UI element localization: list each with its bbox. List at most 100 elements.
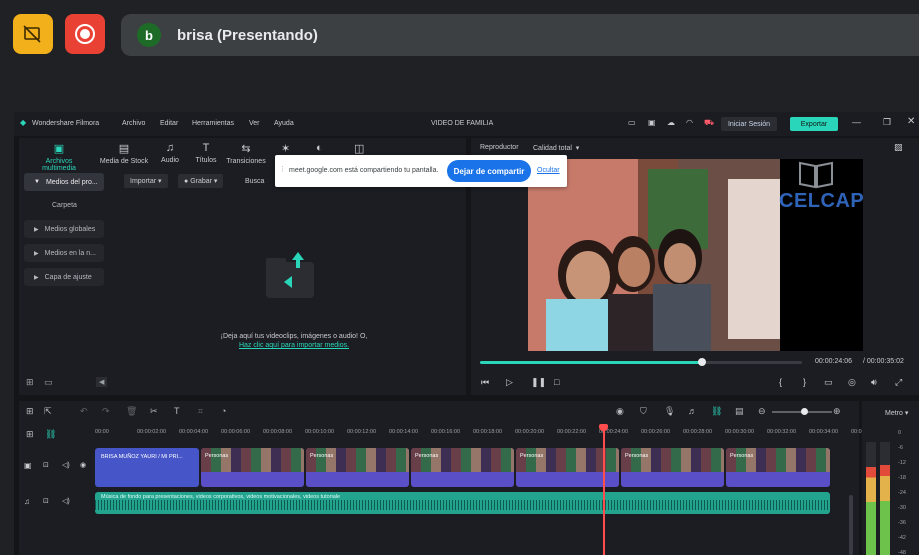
search-input[interactable]: Busca <box>239 174 270 188</box>
crop-icon[interactable]: ⌗ <box>198 406 203 417</box>
pause-icon[interactable]: ❚❚ <box>531 377 546 388</box>
shield-icon[interactable]: ⛉ <box>640 406 647 417</box>
delete-icon[interactable]: 🗑︎ <box>126 406 137 417</box>
export-button[interactable]: Exportar <box>790 117 838 131</box>
audio-clip[interactable]: Música de fondo para presentaciones, vid… <box>95 492 830 514</box>
redo-icon[interactable]: ↷ <box>102 406 110 417</box>
headphones-icon[interactable]: ◠ <box>686 118 693 127</box>
speed-icon[interactable]: ◔ <box>221 406 226 416</box>
save-icon[interactable]: ▣ <box>648 118 656 127</box>
menu-ayuda[interactable]: Ayuda <box>274 120 294 127</box>
camera-off-icon <box>23 25 41 43</box>
timeline-scrollbar[interactable] <box>849 495 853 555</box>
undo-icon[interactable]: ↶ <box>80 406 88 417</box>
video-clip-label: Personas <box>415 453 439 459</box>
mute-icon[interactable]: ◁) <box>62 461 70 469</box>
new-folder-icon[interactable]: ⊞ <box>26 377 34 388</box>
minimize-icon[interactable]: — <box>852 117 861 127</box>
video-clip[interactable]: Personas <box>411 448 514 487</box>
cart-icon[interactable]: ⛟ <box>704 118 714 128</box>
prev-frame-icon[interactable]: ⏮ <box>481 377 489 388</box>
sidebar-item-folder[interactable]: Carpeta <box>24 196 104 214</box>
media-icon: ▣ <box>53 143 65 155</box>
fullscreen-icon[interactable]: ⤢ <box>895 377 902 388</box>
zoom-out-icon[interactable]: ⊖ <box>758 406 766 417</box>
lock-icon[interactable]: ⊡ <box>43 461 49 469</box>
lock-icon[interactable]: ⊡ <box>43 497 49 505</box>
display-icon[interactable]: ▭ <box>824 377 833 388</box>
video-clip[interactable]: Personas <box>306 448 409 487</box>
collapse-icon[interactable]: ◀ <box>96 377 108 387</box>
sidebar-item-cloud-media[interactable]: ▶ Medios en la n... <box>24 244 104 262</box>
mark-in-icon[interactable]: { <box>779 377 782 387</box>
chevron-right-icon: ▶ <box>34 274 39 281</box>
snapshot-icon[interactable]: ▨ <box>894 142 903 153</box>
tab-player[interactable]: Reproductor <box>480 144 519 151</box>
sidebar-item-project-media[interactable]: ▼ Medios del pro... <box>24 173 104 191</box>
video-clip[interactable]: Personas <box>726 448 830 487</box>
camera-icon[interactable]: ◎ <box>848 377 856 388</box>
folder-icon[interactable]: ▭ <box>44 377 53 388</box>
menu-ver[interactable]: Ver <box>249 120 260 127</box>
stop-sharing-button[interactable]: Dejar de compartir <box>447 160 531 182</box>
video-clip[interactable]: Personas <box>201 448 304 487</box>
maximize-icon[interactable]: ❐ <box>883 117 891 128</box>
title-clip[interactable]: BRISA MUÑOZ YAURI / MI PRI... <box>95 448 199 487</box>
zoom-slider[interactable] <box>772 408 832 415</box>
link-icon[interactable]: ⛓ <box>45 429 56 440</box>
total-time: / 00:00:35:02 <box>863 358 904 365</box>
zoom-slider-knob[interactable] <box>801 408 808 415</box>
camera-off-button[interactable] <box>13 14 53 54</box>
track-header-audio: ♫ ⊡ ◁) <box>19 487 95 525</box>
tab-media[interactable]: ▣ Archivos multimedia <box>31 142 87 172</box>
cloud-icon[interactable]: ☁ <box>667 118 675 127</box>
drag-handle-icon[interactable]: ⋮ <box>279 165 286 173</box>
eye-icon[interactable]: ◉ <box>80 461 86 469</box>
layout-icon[interactable]: ⊞ <box>26 406 34 417</box>
audio-mix-icon[interactable]: ♬ <box>688 406 697 416</box>
monitor-icon[interactable]: ▭ <box>628 118 636 127</box>
db-label: -48 <box>898 550 906 555</box>
sidebar-item-global-media[interactable]: ▶ Medios globales <box>24 220 104 238</box>
templates-icon[interactable]: ◫ <box>354 142 364 155</box>
stop-presenting-button[interactable] <box>65 14 105 54</box>
filmora-logo-icon: ◆ <box>20 118 27 127</box>
text-tool-icon[interactable]: T <box>174 406 180 416</box>
volume-icon[interactable]: 🔊︎ <box>871 377 877 388</box>
zoom-in-icon[interactable]: ⊕ <box>833 406 841 417</box>
ruler-tick: 00:00:26:00 <box>641 429 671 435</box>
player-scrubber[interactable] <box>480 358 802 366</box>
db-label: -18 <box>898 475 906 481</box>
mute-icon[interactable]: ◁) <box>62 497 70 505</box>
playhead[interactable] <box>603 427 605 555</box>
mark-out-icon[interactable]: } <box>803 377 806 387</box>
close-icon[interactable]: ✕ <box>907 116 915 127</box>
hide-link[interactable]: Ocultar <box>537 167 560 174</box>
filters-icon[interactable]: ◐ <box>316 142 323 154</box>
menu-herramientas[interactable]: Herramientas <box>192 120 234 127</box>
video-clip[interactable]: Personas <box>621 448 724 487</box>
menu-editar[interactable]: Editar <box>160 120 178 127</box>
sidebar-item-adjustment-layer[interactable]: ▶ Capa de ajuste <box>24 268 104 286</box>
render-icon[interactable]: ◉ <box>616 406 624 417</box>
meter-title[interactable]: Metro ▾ <box>885 409 908 417</box>
meter-bar-right <box>880 442 890 555</box>
play-backward-icon[interactable]: ▷ <box>506 377 513 388</box>
cut-icon[interactable]: ✂ <box>150 406 158 417</box>
tab-transitions[interactable]: ⇆ Transiciones <box>218 142 274 165</box>
select-tool-icon[interactable]: ⇱ <box>44 406 52 417</box>
video-clip-label: Personas <box>310 453 334 459</box>
db-label: 0 <box>898 430 902 436</box>
microphone-icon[interactable]: 🎙︎ <box>664 406 675 417</box>
import-dropdown[interactable]: Importar ▾ <box>124 174 168 188</box>
snap-icon[interactable]: ⛓ <box>711 406 722 417</box>
import-media-link[interactable]: Haz clic aquí para importar medios. <box>194 342 394 349</box>
effects-icon[interactable]: ✶ <box>281 142 290 155</box>
storyboard-icon[interactable]: ▤ <box>735 406 744 417</box>
login-button[interactable]: Iniciar Sesión <box>721 117 777 131</box>
quality-dropdown[interactable]: Calidad total ▾ <box>533 144 579 152</box>
add-track-icon[interactable]: ⊞ <box>26 429 34 440</box>
menu-archivo[interactable]: Archivo <box>122 120 145 127</box>
stop-icon[interactable]: □ <box>554 377 559 387</box>
record-dropdown[interactable]: ● Grabar ▾ <box>178 174 224 188</box>
